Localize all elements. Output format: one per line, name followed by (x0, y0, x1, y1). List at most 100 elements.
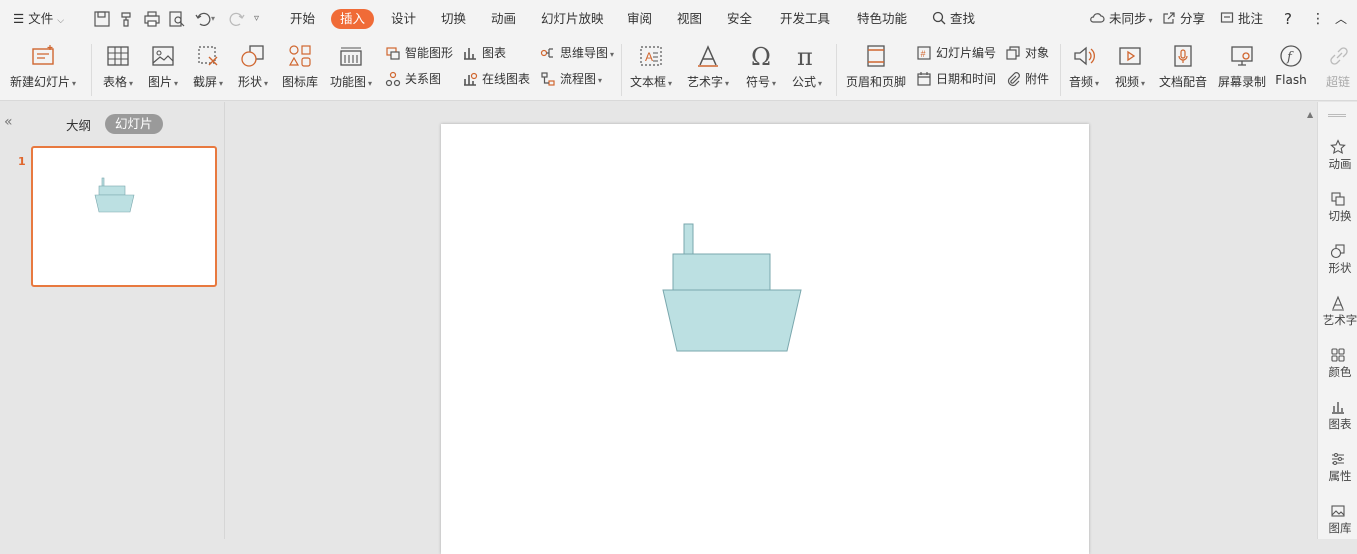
collapse-panel-icon[interactable]: « (4, 114, 13, 130)
smart-art-button[interactable]: 智能图形 (385, 43, 453, 63)
online-chart-button[interactable]: 在线图表 (462, 69, 530, 89)
comment-button[interactable]: 批注 (1220, 0, 1263, 38)
tab-developer[interactable]: 开发工具 (780, 0, 830, 38)
tab-transition[interactable]: 切换 (441, 0, 466, 38)
more-options-icon[interactable]: ⋮ (1311, 0, 1325, 38)
rail-item-shape[interactable]: 形状 (1318, 243, 1357, 287)
share-button[interactable]: 分享 (1162, 0, 1205, 38)
textbox-label: 文本框 (629, 75, 666, 89)
flash-button[interactable]: f Flash (1272, 40, 1310, 96)
file-menu[interactable]: ☰ 文件 ⌵ (13, 0, 64, 38)
date-time-button[interactable]: 日期和时间 (916, 69, 996, 89)
rail-item-art-text[interactable]: 艺术字 (1318, 295, 1357, 339)
attachment-button[interactable]: 附件 (1005, 69, 1049, 89)
undo-icon[interactable] (194, 10, 212, 28)
function-chart-button[interactable]: 功能图 ▾ (327, 40, 375, 96)
slide-canvas[interactable] (441, 124, 1089, 554)
tab-animation[interactable]: 动画 (491, 0, 516, 38)
shape-label: 形状 (237, 75, 262, 89)
paperclip-icon (1005, 71, 1021, 87)
print-preview-icon[interactable] (168, 10, 186, 28)
svg-text:π: π (797, 43, 813, 69)
art-text-label: 艺术字 (686, 75, 723, 89)
object-button[interactable]: 对象 (1005, 43, 1049, 63)
boat-hull[interactable] (662, 289, 802, 352)
screenshot-button[interactable]: 截屏 ▾ (188, 40, 228, 96)
header-footer-icon (863, 43, 889, 69)
tab-view[interactable]: 视图 (677, 0, 702, 38)
tab-design[interactable]: 设计 (391, 0, 416, 38)
chevron-down-icon: ▾ (368, 79, 373, 88)
textbox-button[interactable]: A 文本框 ▾ (626, 40, 676, 96)
rail-item-properties[interactable]: 属性 (1318, 451, 1357, 495)
boat-cabin[interactable] (672, 253, 771, 291)
mind-map-button[interactable]: 思维导图 ▾ (540, 43, 614, 63)
boat-chimney[interactable] (683, 223, 694, 256)
video-button[interactable]: 视频 ▾ (1110, 40, 1150, 96)
new-slide-button[interactable]: 新建幻灯片 ▾ (8, 40, 78, 96)
save-icon[interactable] (93, 10, 111, 28)
tab-special-features[interactable]: 特色功能 (857, 0, 907, 38)
date-time-label: 日期和时间 (936, 72, 997, 86)
tab-security[interactable]: 安全 (727, 0, 752, 38)
video-icon (1117, 43, 1143, 69)
rail-item-animation[interactable]: 动画 (1318, 139, 1357, 183)
flowchart-button[interactable]: 流程图 ▾ (540, 69, 602, 89)
picture-button[interactable]: 图片 ▾ (143, 40, 183, 96)
table-button[interactable]: 表格 ▾ (98, 40, 138, 96)
formula-button[interactable]: π 公式 ▾ (787, 40, 827, 96)
slide-thumbnail[interactable] (31, 146, 217, 287)
rail-grip-icon[interactable] (1328, 114, 1346, 117)
comment-label: 批注 (1237, 11, 1263, 26)
screenshot-icon (195, 43, 221, 69)
shape-button[interactable]: 形状 ▾ (233, 40, 273, 96)
symbol-label: 符号 (745, 75, 770, 89)
slide-number: 1 (18, 155, 26, 168)
screen-record-button[interactable]: 屏幕录制 (1216, 40, 1268, 96)
art-text-button[interactable]: 艺术字 ▾ (683, 40, 733, 96)
icon-library-button[interactable]: 图标库 (280, 40, 320, 96)
rail-item-transition[interactable]: 切换 (1318, 191, 1357, 235)
screenshot-label: 截屏 (192, 75, 217, 89)
search-button[interactable]: 查找 (932, 0, 975, 38)
flowchart-label: 流程图 (560, 72, 597, 86)
redo-icon[interactable] (228, 10, 246, 28)
tab-outline[interactable]: 大纲 (66, 115, 91, 134)
shape-icon (240, 43, 266, 69)
format-painter-icon[interactable] (118, 10, 136, 28)
calendar-icon (916, 71, 932, 87)
tab-slides[interactable]: 幻灯片 (105, 114, 163, 134)
svg-text:#: # (921, 49, 926, 59)
relation-chart-button[interactable]: 关系图 (385, 69, 441, 89)
speaker-icon (1071, 43, 1097, 69)
hyperlink-button[interactable]: 超链 (1322, 40, 1356, 96)
rail-item-color[interactable]: 颜色 (1318, 347, 1357, 391)
bar-chart-icon (1330, 399, 1346, 415)
undo-dropdown-icon[interactable]: ▾ (211, 10, 221, 28)
tab-start[interactable]: 开始 (290, 0, 315, 38)
chart-button[interactable]: 图表 (462, 43, 506, 63)
doc-dubbing-button[interactable]: 文档配音 (1157, 40, 1209, 96)
print-icon[interactable] (143, 10, 161, 28)
scroll-up-icon[interactable]: ▲ (1307, 110, 1313, 119)
sync-status-button[interactable]: 未同步 ▾ (1089, 0, 1153, 38)
chevron-down-icon: ▾ (772, 79, 777, 88)
rail-item-chart[interactable]: 图表 (1318, 399, 1357, 443)
ribbon-separator (621, 44, 622, 96)
help-button[interactable]: ? (1284, 0, 1292, 38)
function-chart-label: 功能图 (329, 75, 366, 89)
symbol-button[interactable]: Ω 符号 ▾ (741, 40, 781, 96)
audio-button[interactable]: 音频 ▾ (1065, 40, 1103, 96)
tab-insert[interactable]: 插入 (331, 9, 375, 29)
customize-toolbar-icon[interactable]: ▿ (254, 10, 272, 28)
header-footer-button[interactable]: 页眉和页脚 (843, 40, 909, 96)
rail-item-gallery[interactable]: 图库 (1318, 503, 1357, 547)
chevron-down-icon: ▾ (129, 79, 134, 88)
tab-slideshow[interactable]: 幻灯片放映 (541, 0, 604, 38)
tab-review[interactable]: 审阅 (627, 0, 652, 38)
collapse-ribbon-icon[interactable]: ︿ (1335, 0, 1347, 38)
slide-number-button[interactable]: # 幻灯片编号 (916, 43, 996, 63)
search-icon (932, 11, 950, 26)
pi-formula-icon: π (794, 43, 820, 71)
ribbon-separator (1060, 44, 1061, 96)
